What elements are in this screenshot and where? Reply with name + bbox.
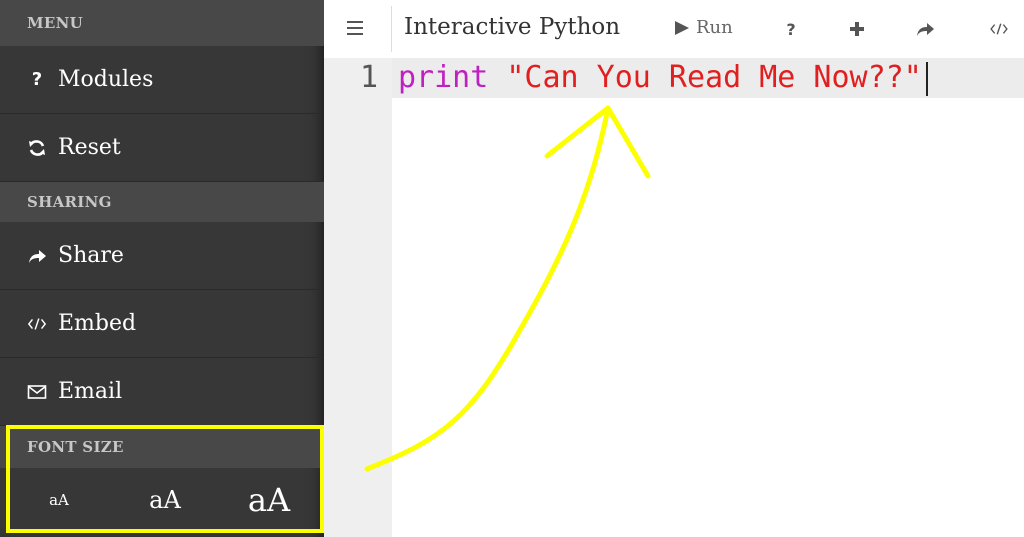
run-label: Run bbox=[696, 17, 733, 38]
font-size-header: FONT SIZE bbox=[0, 426, 324, 468]
sidebar-item-label: Reset bbox=[58, 135, 121, 160]
sidebar-item-modules[interactable]: ? Modules bbox=[0, 46, 324, 114]
toolbar-divider bbox=[391, 6, 392, 52]
sharing-header: SHARING bbox=[0, 182, 324, 222]
menu-header: MENU bbox=[0, 0, 324, 46]
code-editor[interactable]: 1 print "Can You Read Me Now??" bbox=[324, 58, 1024, 537]
app-root: MENU ? Modules Reset SHARING Share Embed… bbox=[0, 0, 1024, 537]
code-string: "Can You Read Me Now??" bbox=[506, 60, 922, 95]
code-icon bbox=[27, 316, 47, 332]
line-gutter: 1 bbox=[324, 58, 392, 537]
sidebar-item-label: Share bbox=[58, 243, 124, 268]
sidebar-item-label: Embed bbox=[58, 311, 137, 336]
help-icon[interactable]: ? bbox=[780, 18, 802, 40]
envelope-icon bbox=[27, 384, 47, 400]
share-icon bbox=[27, 247, 47, 265]
menu-icon[interactable] bbox=[345, 16, 369, 40]
plus-icon[interactable] bbox=[846, 18, 868, 40]
sidebar-item-email[interactable]: Email bbox=[0, 358, 324, 426]
code-keyword: print bbox=[398, 60, 489, 95]
app-title: Interactive Python bbox=[404, 14, 621, 40]
embed-code-icon[interactable] bbox=[988, 18, 1010, 40]
font-size-small-button[interactable]: aA bbox=[0, 468, 118, 532]
run-button[interactable]: Run bbox=[674, 17, 733, 38]
line-number: 1 bbox=[359, 60, 378, 95]
sidebar-item-embed[interactable]: Embed bbox=[0, 290, 324, 358]
share-icon[interactable] bbox=[914, 18, 936, 40]
text-cursor bbox=[925, 61, 928, 96]
play-icon bbox=[674, 20, 690, 36]
font-size-options: aA aA aA bbox=[0, 468, 324, 537]
sidebar-menu: MENU ? Modules Reset SHARING Share Embed… bbox=[0, 0, 324, 537]
sidebar-item-share[interactable]: Share bbox=[0, 222, 324, 290]
refresh-icon bbox=[27, 138, 47, 158]
font-size-medium-button[interactable]: aA bbox=[106, 468, 224, 532]
sidebar-item-label: Modules bbox=[58, 67, 154, 92]
code-line[interactable]: print "Can You Read Me Now??" bbox=[398, 58, 928, 98]
sidebar-item-label: Email bbox=[58, 379, 123, 404]
sidebar-item-reset[interactable]: Reset bbox=[0, 114, 324, 182]
toolbar: Interactive Python Run ? bbox=[324, 0, 1024, 58]
font-size-large-button[interactable]: aA bbox=[210, 468, 328, 532]
question-icon: ? bbox=[31, 69, 43, 90]
